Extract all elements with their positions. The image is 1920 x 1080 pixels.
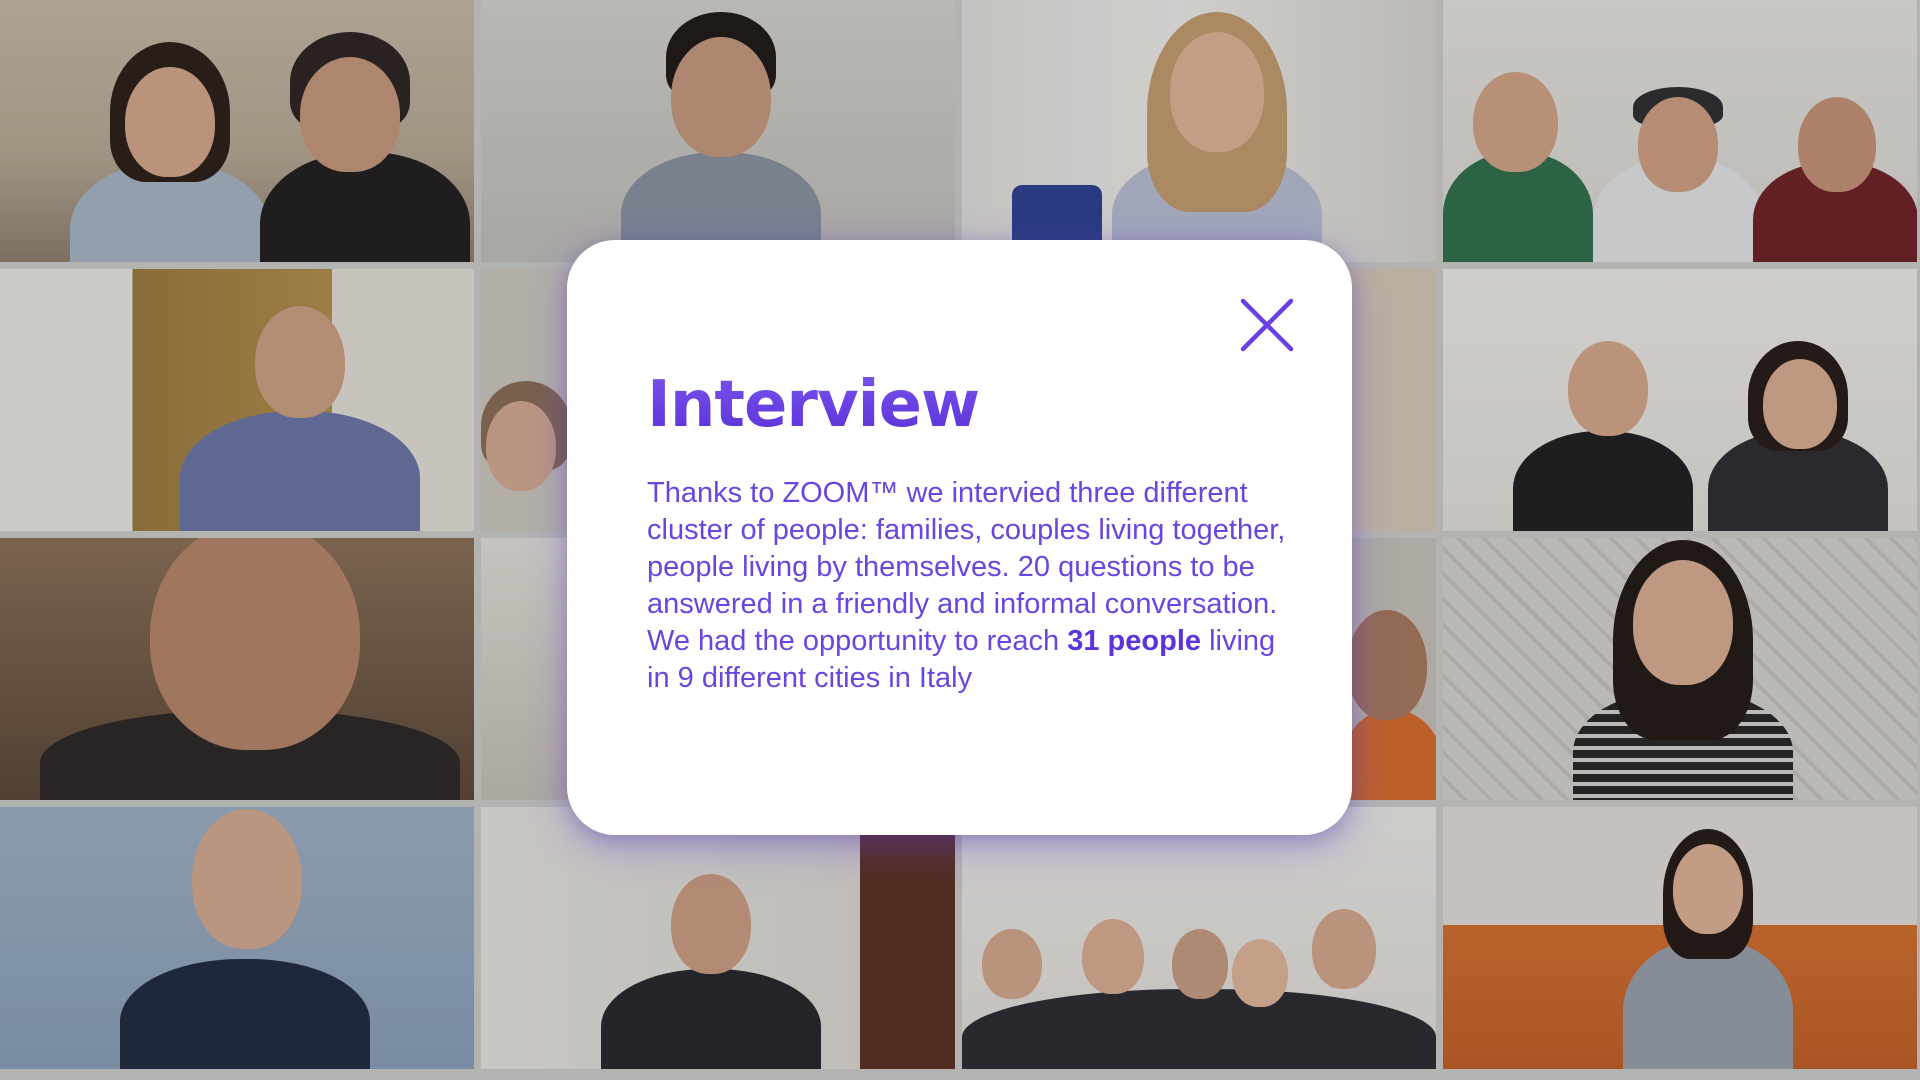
interview-modal: Interview Thanks to ZOOM™ we intervied t… [567,240,1352,835]
close-button[interactable] [1237,295,1297,355]
modal-body-text: Thanks to ZOOM™ we intervied three diffe… [647,475,1287,697]
close-icon[interactable] [1237,295,1297,355]
modal-title: Interview [647,368,980,442]
body-text-highlight: 31 people [1067,625,1202,657]
